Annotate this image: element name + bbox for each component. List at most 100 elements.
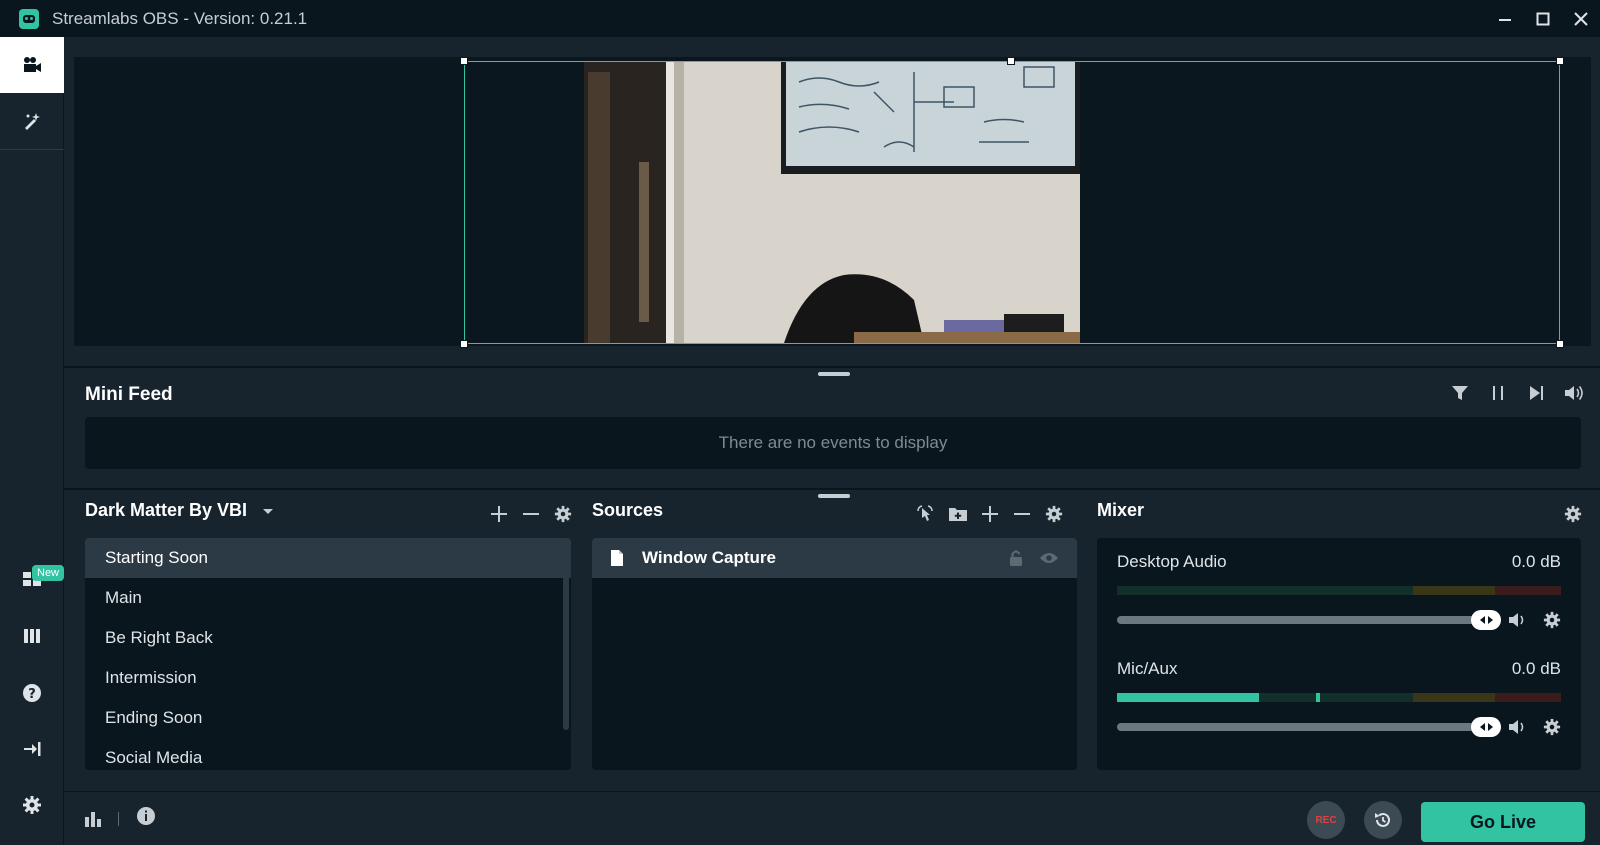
scenes-list: Starting Soon Main Be Right Back Intermi… <box>85 538 571 770</box>
resize-grip[interactable] <box>818 494 850 498</box>
volume-meter-fill <box>1117 693 1260 702</box>
source-tools <box>914 502 1066 526</box>
channel-name: Mic/Aux <box>1117 659 1178 678</box>
source-item[interactable]: Window Capture <box>592 538 1077 578</box>
maximize-icon <box>1536 12 1550 25</box>
scene-item[interactable]: Social Media <box>85 738 571 770</box>
resize-grip[interactable] <box>818 372 850 376</box>
channel-level: 0.0 dB <box>1511 552 1561 571</box>
sidebar-item-settings[interactable] <box>0 777 64 833</box>
minifeed-controls <box>1448 381 1586 405</box>
minifeed-empty-message: There are no events to display <box>718 433 948 452</box>
plus-icon <box>982 506 998 522</box>
close-button[interactable] <box>1562 0 1600 37</box>
remove-scene-button[interactable] <box>519 502 543 526</box>
login-icon <box>24 742 41 756</box>
skip-button[interactable] <box>1524 381 1548 405</box>
replay-buffer-button[interactable] <box>1364 801 1402 839</box>
svg-text:?: ? <box>28 687 36 702</box>
source-name: Window Capture <box>642 548 776 567</box>
pointer-icon <box>917 505 933 521</box>
maximize-button[interactable] <box>1524 0 1562 37</box>
eye-icon[interactable] <box>1039 549 1059 567</box>
library-icon <box>24 629 40 643</box>
minimize-button[interactable] <box>1486 0 1524 37</box>
volume-meter-peak <box>1316 693 1320 702</box>
gear-icon <box>554 505 572 523</box>
themes-wand-icon <box>25 113 40 130</box>
bar-chart-icon <box>85 812 101 827</box>
sidebar-item-studio[interactable] <box>0 37 64 93</box>
scene-item[interactable]: Be Right Back <box>85 618 571 658</box>
mixer-panel: Desktop Audio 0.0 dB Mic/Aux 0.0 dB <box>1097 538 1581 770</box>
panel-divider <box>64 366 1600 368</box>
close-icon <box>1574 11 1588 26</box>
scene-item[interactable]: Starting Soon <box>85 538 571 578</box>
minus-icon <box>1014 513 1030 515</box>
mixer-title-label: Mixer <box>1097 500 1145 520</box>
mixer-tools <box>1561 502 1585 526</box>
pause-button[interactable] <box>1486 381 1510 405</box>
scene-settings-button[interactable] <box>551 502 575 526</box>
filter-icon <box>1452 386 1468 400</box>
sidebar-item-themes[interactable] <box>0 93 64 149</box>
rec-label: REC <box>1315 814 1337 826</box>
sidebar-nav: New ? <box>0 37 65 845</box>
info-button[interactable] <box>136 806 156 831</box>
performance-stats-button[interactable] <box>84 809 102 832</box>
sidebar-item-library[interactable] <box>0 608 64 664</box>
lock-icon[interactable] <box>1007 549 1025 567</box>
record-button[interactable]: REC <box>1307 801 1345 839</box>
scene-collection-name: Dark Matter By VBI <box>85 500 248 520</box>
gear-icon <box>1543 718 1561 736</box>
volume-icon <box>1509 613 1524 627</box>
window-title: Streamlabs OBS - Version: 0.21.1 <box>52 8 308 28</box>
sources-list: Window Capture <box>592 538 1077 770</box>
volume-slider-knob[interactable] <box>1471 610 1501 630</box>
volume-button[interactable] <box>1562 381 1586 405</box>
volume-slider[interactable] <box>1117 616 1485 624</box>
minifeed-title: Mini Feed <box>85 384 173 405</box>
sidebar-divider <box>0 149 64 150</box>
remove-source-button[interactable] <box>1010 502 1034 526</box>
mixer-channel: Desktop Audio 0.0 dB <box>1117 552 1561 648</box>
title-bar: Streamlabs OBS - Version: 0.21.1 <box>0 0 1600 37</box>
panel-divider <box>64 488 1600 490</box>
channel-settings-button[interactable] <box>1541 716 1563 738</box>
volume-slider[interactable] <box>1117 723 1485 731</box>
scene-tools <box>487 502 575 526</box>
gear-icon <box>1543 611 1561 629</box>
sources-title-label: Sources <box>592 500 664 520</box>
file-icon <box>611 550 623 566</box>
new-badge: New <box>32 565 65 581</box>
volume-slider-knob[interactable] <box>1471 717 1501 737</box>
go-live-button[interactable]: Go Live <box>1421 802 1585 842</box>
mute-button[interactable] <box>1507 716 1529 738</box>
source-interact-button[interactable] <box>914 502 938 526</box>
add-scene-button[interactable] <box>487 502 511 526</box>
scene-collection-selector[interactable]: Dark Matter By VBI <box>85 500 275 521</box>
footer-bar: REC Go Live <box>64 791 1600 845</box>
minimize-icon <box>1499 18 1511 21</box>
scene-item[interactable]: Ending Soon <box>85 698 571 738</box>
minifeed-events: There are no events to display <box>85 417 1581 469</box>
streamlabs-logo-icon <box>19 8 39 29</box>
scenes-scrollbar[interactable] <box>563 538 569 730</box>
scene-item[interactable]: Main <box>85 578 571 618</box>
mute-button[interactable] <box>1507 609 1529 631</box>
webcam-source-image <box>584 62 1080 343</box>
folder-plus-icon <box>949 508 967 521</box>
mixer-settings-button[interactable] <box>1561 502 1585 526</box>
sidebar-item-help[interactable]: ? <box>0 665 64 721</box>
channel-settings-button[interactable] <box>1541 609 1563 631</box>
scene-item[interactable]: Intermission <box>85 658 571 698</box>
sidebar-item-login[interactable] <box>0 721 64 777</box>
source-settings-button[interactable] <box>1042 502 1066 526</box>
filter-button[interactable] <box>1448 381 1472 405</box>
add-source-button[interactable] <box>978 502 1002 526</box>
volume-meter <box>1117 586 1561 595</box>
skip-icon <box>1530 386 1543 400</box>
mixer-title: Mixer <box>1097 500 1144 521</box>
pause-icon <box>1493 386 1503 400</box>
add-folder-button[interactable] <box>946 502 970 526</box>
